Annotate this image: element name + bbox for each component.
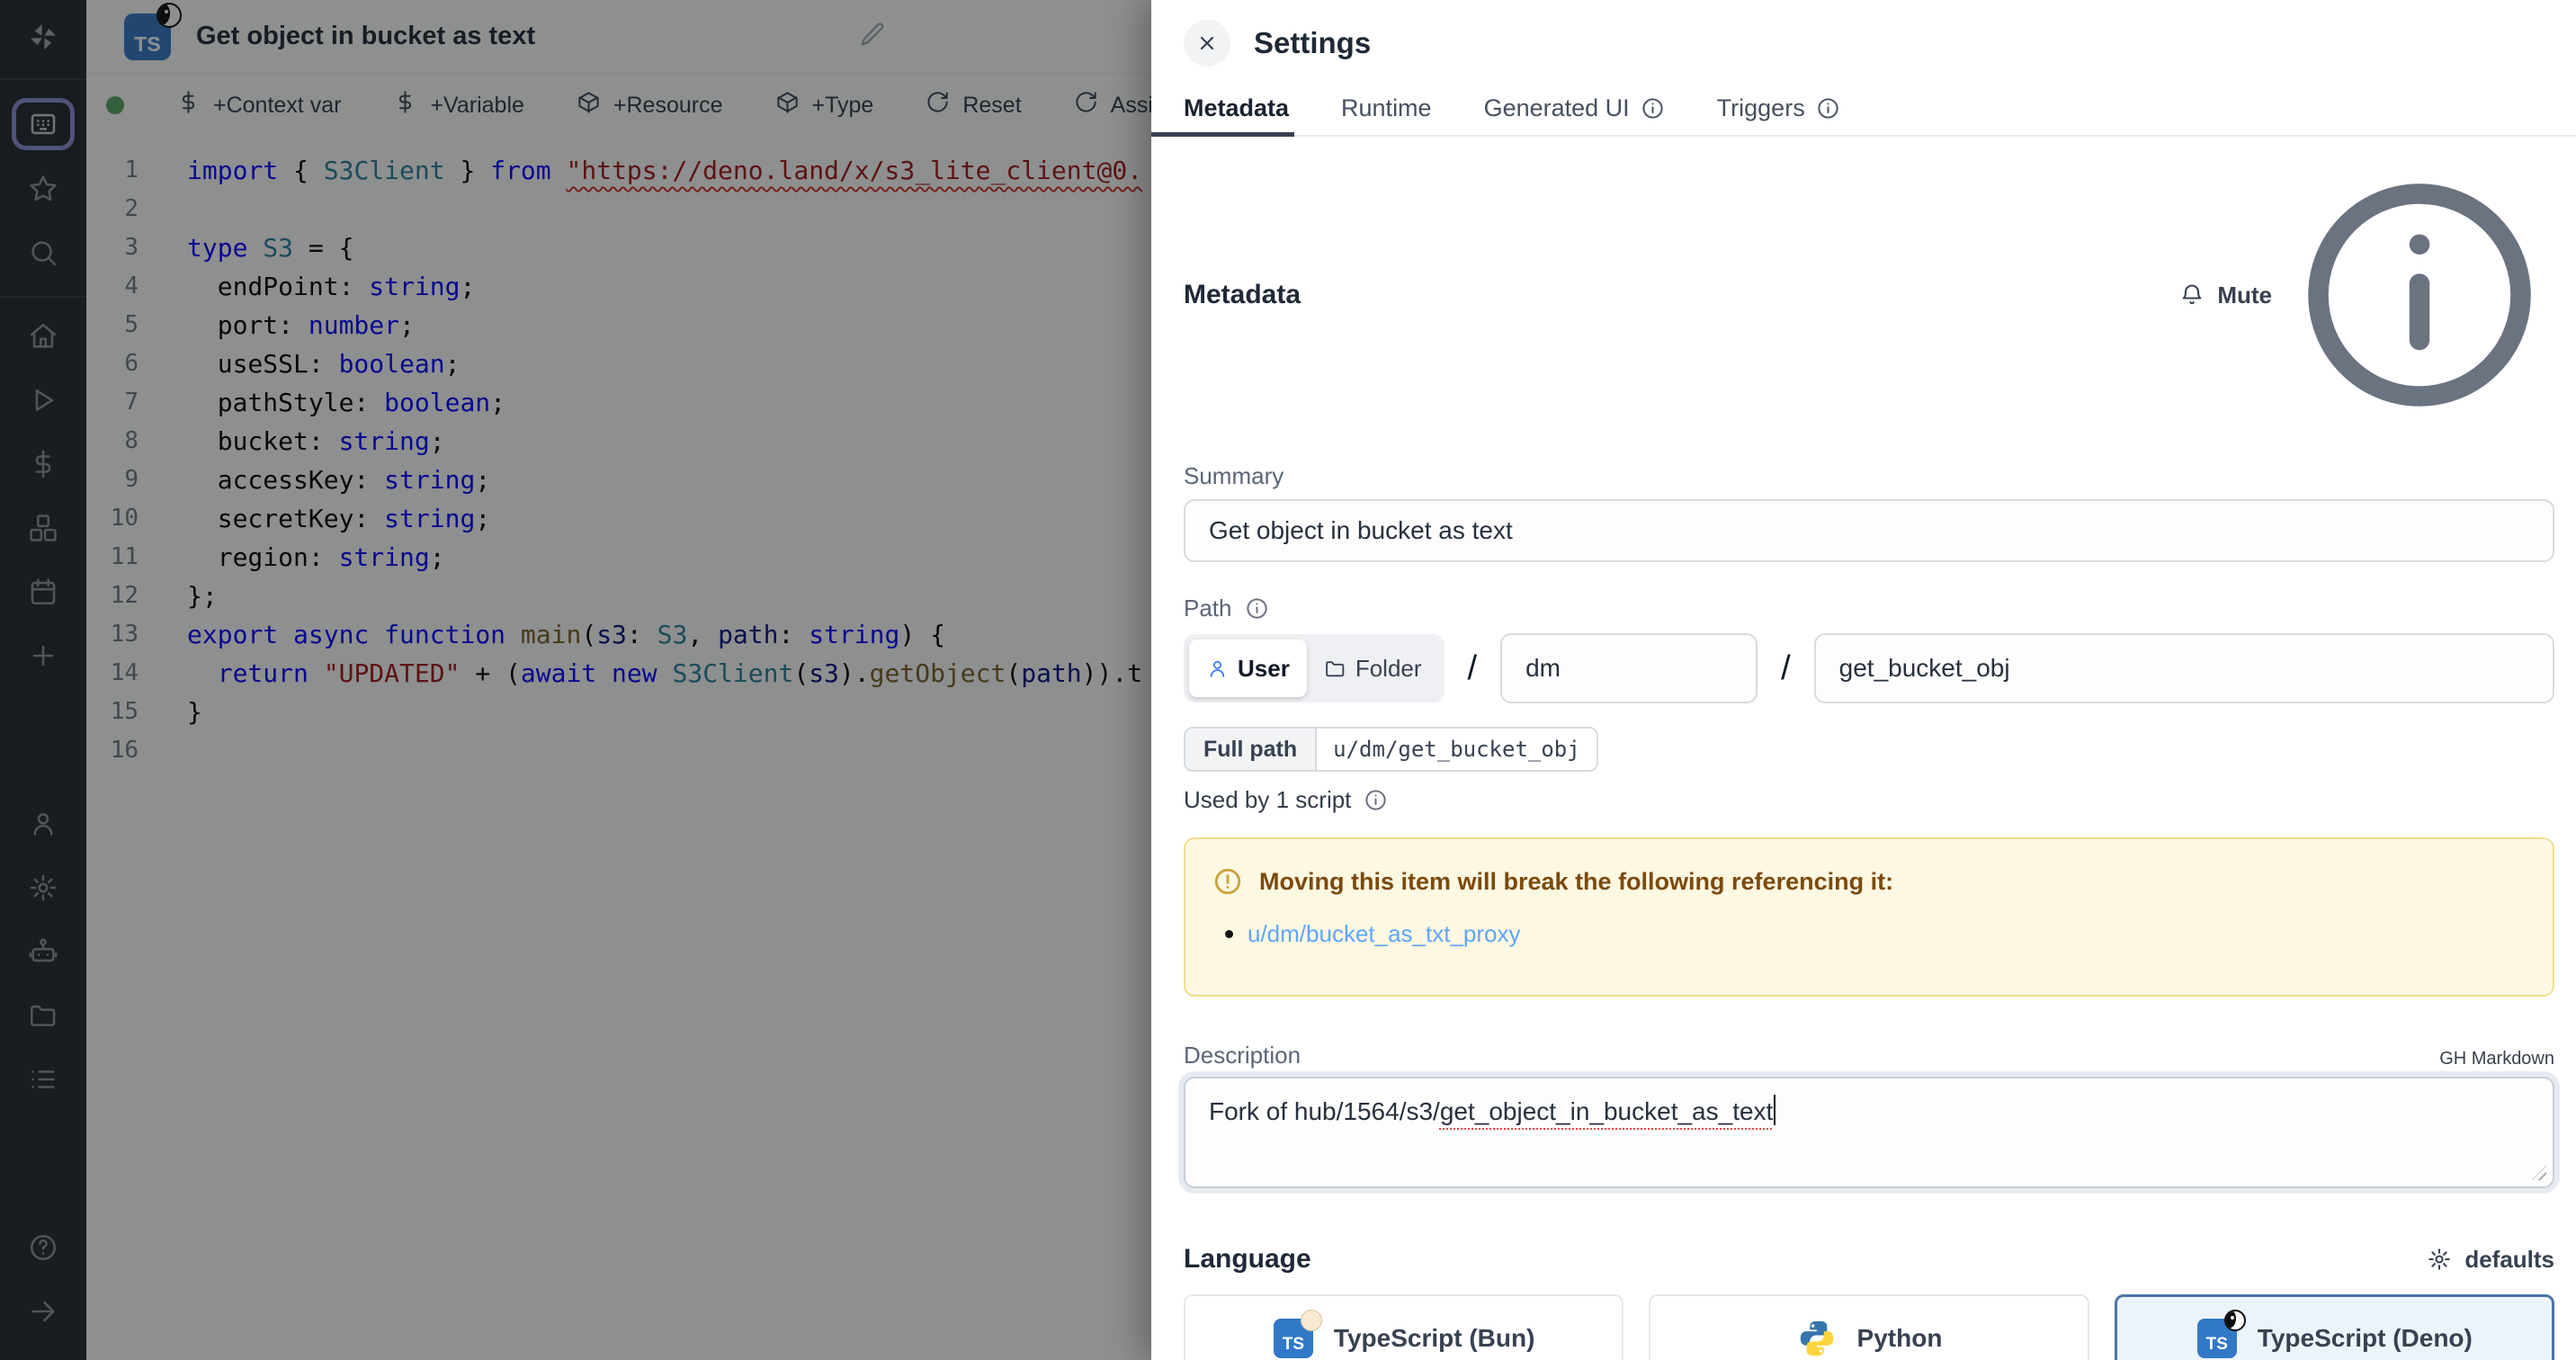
close-drawer-button[interactable] [1184, 20, 1230, 67]
user-icon [1206, 658, 1229, 680]
summary-label: Summary [1184, 462, 2554, 490]
python-icon [1796, 1318, 1838, 1359]
description-text-misspelled: get_object_in_bucket_as_text [1440, 1097, 1774, 1125]
path-name-input[interactable]: get_bucket_obj [1814, 633, 2554, 703]
used-by-info-icon[interactable] [1364, 788, 1388, 812]
summary-input[interactable]: Get object in bucket as text [1184, 499, 2554, 562]
warning-title: Moving this item will break the followin… [1259, 868, 1893, 896]
tab-label: Metadata [1184, 94, 1289, 122]
path-separator-2: / [1781, 649, 1791, 688]
path-owner-input[interactable]: dm [1500, 633, 1758, 703]
description-textarea[interactable]: Fork of hub/1564/s3/get_object_in_bucket… [1184, 1077, 2554, 1188]
tab-triggers[interactable]: Triggers [1717, 81, 1840, 135]
mute-info-icon[interactable] [2285, 160, 2554, 430]
warning-items: u/dm/bucket_as_txt_proxy [1212, 920, 2526, 948]
tab-generated-ui[interactable]: Generated UI [1484, 81, 1665, 135]
path-label: Path [1184, 595, 1232, 622]
path-info-icon[interactable] [1245, 596, 1269, 621]
used-by-text: Used by 1 script [1184, 786, 1351, 814]
mute-button[interactable]: Mute [2179, 160, 2554, 430]
resize-handle[interactable] [2532, 1166, 2546, 1180]
move-warning-box: Moving this item will break the followin… [1184, 837, 2554, 997]
bullet [1225, 930, 1233, 938]
path-row: User Folder / dm / get_bucket_obj [1184, 633, 2554, 703]
info-icon [1641, 96, 1665, 121]
tab-label: Triggers [1717, 94, 1805, 122]
drawer-backdrop[interactable] [0, 0, 1151, 1360]
tab-metadata[interactable]: Metadata [1184, 81, 1289, 135]
tab-runtime[interactable]: Runtime [1341, 81, 1432, 135]
summary-value: Get object in bucket as text [1209, 516, 1513, 545]
toggle-user-label: User [1238, 655, 1290, 683]
ts-bun-icon: TS [1273, 1318, 1314, 1359]
path-owner-value: dm [1525, 654, 1561, 683]
toggle-folder[interactable]: Folder [1307, 640, 1439, 697]
toggle-folder-label: Folder [1355, 655, 1422, 683]
page: TS Get object in bucket as text +Context… [0, 0, 2576, 1360]
metadata-heading: Metadata [1184, 280, 1301, 310]
settings-drawer: Settings Metadata Runtime Generated UI Trig… [1151, 0, 2576, 1360]
referencing-script-link[interactable]: u/dm/bucket_as_txt_proxy [1248, 920, 1521, 948]
drawer-header: Settings [1151, 0, 2576, 81]
owner-kind-toggle: User Folder [1184, 634, 1445, 702]
language-card-python[interactable]: Python [1649, 1294, 2089, 1360]
path-name-value: get_bucket_obj [1839, 654, 2010, 683]
language-grid: TS TypeScript (Bun) Python TS TypeScript (De… [1184, 1294, 2554, 1360]
bell-icon [2179, 282, 2205, 308]
markdown-note: GH Markdown [2439, 1049, 2554, 1069]
alert-icon [1212, 866, 1243, 897]
full-path-badge: Full path u/dm/get_bucket_obj [1184, 727, 1598, 772]
description-label: Description [1184, 1042, 1301, 1069]
defaults-label: defaults [2464, 1246, 2554, 1274]
full-path-value: u/dm/get_bucket_obj [1317, 729, 1597, 770]
warning-item: u/dm/bucket_as_txt_proxy [1225, 920, 2526, 948]
drawer-body: Metadata Mute Summary Get object in buck… [1151, 137, 2576, 1360]
text-caret [1774, 1095, 1775, 1125]
tab-label: Generated UI [1484, 94, 1630, 122]
mute-label: Mute [2217, 282, 2272, 309]
ts-deno-icon: TS [2196, 1318, 2238, 1359]
full-path-label: Full path [1185, 729, 1317, 770]
language-card-label: Python [1857, 1324, 1943, 1353]
language-heading: Language [1184, 1244, 1311, 1275]
language-card-typescript-deno[interactable]: TS TypeScript (Deno) [2115, 1294, 2554, 1360]
description-text: Fork of hub/1564/s3/ [1209, 1097, 1440, 1125]
toggle-user[interactable]: User [1189, 640, 1307, 697]
tab-label: Runtime [1341, 94, 1432, 122]
language-card-label: TypeScript (Deno) [2258, 1324, 2473, 1353]
gear-icon [2427, 1247, 2452, 1272]
path-separator: / [1468, 649, 1478, 688]
folder-icon [1324, 658, 1346, 680]
settings-tabs: Metadata Runtime Generated UI Triggers [1151, 81, 2576, 137]
language-card-label: TypeScript (Bun) [1334, 1324, 1534, 1353]
language-card-typescript-bun[interactable]: TS TypeScript (Bun) [1184, 1294, 1623, 1360]
info-icon [1816, 96, 1840, 121]
language-defaults-button[interactable]: defaults [2427, 1246, 2554, 1274]
drawer-title: Settings [1254, 26, 1371, 60]
